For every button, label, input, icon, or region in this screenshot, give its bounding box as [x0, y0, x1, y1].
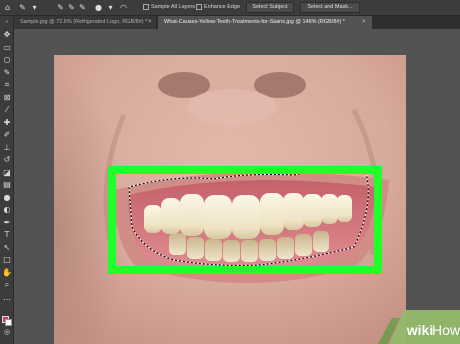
close-icon[interactable]: ×: [362, 16, 366, 29]
history-brush-icon[interactable]: ↺: [2, 155, 12, 165]
rectangle-icon[interactable]: □: [2, 255, 12, 265]
svg-text:wiki: wiki: [406, 322, 433, 338]
type-icon[interactable]: T: [2, 230, 12, 240]
document-tab-bar: Sample.jpg @ 72.6% (Refrigerated Logo, R…: [14, 16, 460, 29]
brush-angle-icon[interactable]: ◠: [119, 3, 128, 12]
background-color-swatch[interactable]: [5, 319, 12, 326]
brush-size-icon[interactable]: ●: [94, 3, 103, 12]
blur-icon[interactable]: ●: [2, 193, 12, 203]
tab-label: What-Causes-Yellow-Teeth-Treatments-for-…: [164, 19, 345, 25]
tab-active-document[interactable]: What-Causes-Yellow-Teeth-Treatments-for-…: [158, 16, 372, 29]
subtract-from-selection-icon[interactable]: ✎: [78, 3, 87, 12]
brush-icon[interactable]: ✐: [2, 130, 12, 140]
pen-icon[interactable]: ✒: [2, 218, 12, 228]
svg-text:How: How: [432, 322, 460, 338]
add-to-selection-icon[interactable]: ✎: [67, 3, 76, 12]
tools-panel: » ✥ ▭ ○ ✎ ⌗ ⊠ ⁄ ✚ ✐ ⊥ ↺ ◪ ▤ ● ◐ ✒ T ↖ □ ✋ ⌕ … ◎: [0, 16, 14, 344]
tab-label: Sample.jpg @ 72.6% (Refrigerated Logo, R…: [20, 19, 148, 25]
enhance-edge-label: Enhance Edge: [204, 4, 241, 10]
gradient-icon[interactable]: ▤: [2, 180, 12, 190]
quick-mask-icon[interactable]: ◎: [2, 327, 12, 337]
document-canvas[interactable]: [54, 55, 406, 344]
close-icon[interactable]: ×: [148, 16, 152, 29]
select-subject-button[interactable]: Select Subject: [246, 2, 294, 13]
photoshop-home-icon[interactable]: ⌂: [3, 3, 12, 12]
enhance-edge-checkbox[interactable]: [196, 4, 202, 10]
crop-icon[interactable]: ⌗: [2, 80, 12, 90]
healing-brush-icon[interactable]: ✚: [2, 118, 12, 128]
frame-icon[interactable]: ⊠: [2, 93, 12, 103]
move-icon[interactable]: ✥: [2, 30, 12, 40]
dodge-icon[interactable]: ◐: [2, 205, 12, 215]
zoom-icon[interactable]: ⌕: [2, 280, 12, 290]
clone-stamp-icon[interactable]: ⊥: [2, 143, 12, 153]
tab-sample-document[interactable]: Sample.jpg @ 72.6% (Refrigerated Logo, R…: [14, 16, 157, 29]
wikihow-logo: wiki How: [378, 310, 460, 344]
new-selection-icon[interactable]: ✎: [56, 3, 65, 12]
hand-icon[interactable]: ✋: [2, 268, 12, 278]
quick-selection-icon[interactable]: ✎: [2, 68, 12, 78]
artboard-icon[interactable]: ▭: [2, 43, 12, 53]
lasso-icon[interactable]: ○: [2, 55, 12, 65]
wikihow-watermark: wiki How: [360, 310, 460, 344]
select-and-mask-button[interactable]: Select and Mask...: [300, 2, 360, 13]
sample-all-layers-label: Sample All Layers: [151, 4, 196, 10]
more-tools-icon[interactable]: …: [2, 293, 12, 303]
nose-highlight: [187, 89, 277, 125]
brush-settings-chevron-icon[interactable]: ▾: [106, 3, 115, 12]
eraser-icon[interactable]: ◪: [2, 168, 12, 178]
photo-mouth-smile: [54, 55, 406, 344]
eyedropper-icon[interactable]: ⁄: [2, 105, 12, 115]
options-bar: ⌂ ✎ ▾ ✎ ✎ ✎ ● ▾ ◠ Sample All Layers Enha…: [0, 0, 460, 16]
dropdown-chevron-icon[interactable]: ▾: [30, 3, 39, 12]
sample-all-layers-checkbox[interactable]: [143, 4, 149, 10]
quick-selection-tool-preset-icon[interactable]: ✎: [18, 3, 27, 12]
panel-collapse-icon[interactable]: »: [2, 17, 12, 27]
path-selection-icon[interactable]: ↖: [2, 243, 12, 253]
